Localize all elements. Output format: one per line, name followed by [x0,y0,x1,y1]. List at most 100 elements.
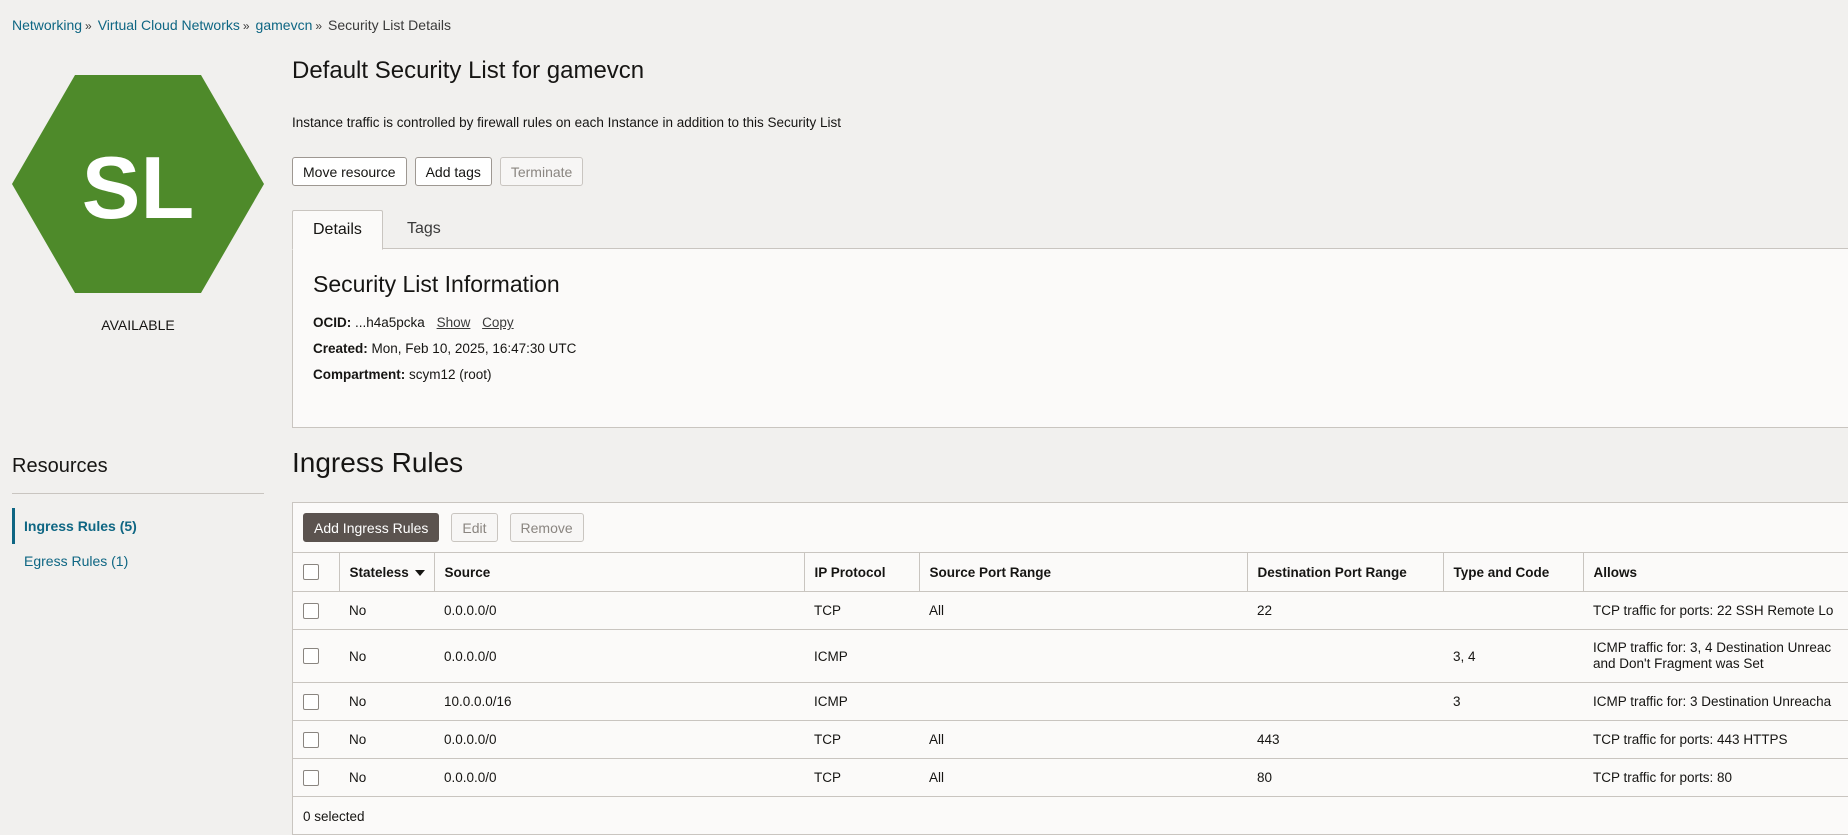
terminate-button[interactable]: Terminate [499,157,584,186]
cell-dest-port [1247,682,1443,721]
action-bar: Move resource Add tags Terminate [292,157,584,186]
cell-protocol: ICMP [804,629,919,683]
row-checkbox[interactable] [303,769,319,786]
cell-allows: TCP traffic for ports: 22 SSH Remote Lo [1583,591,1848,630]
cell-dest-port: 22 [1247,591,1443,630]
compartment-label: Compartment: [313,367,406,382]
column-header-type-and-code: Type and Code [1442,552,1583,592]
cell-source: 0.0.0.0/0 [434,591,804,630]
cell-stateless: No [339,720,434,759]
tab-details[interactable]: Details [292,210,383,250]
row-checkbox[interactable] [303,648,319,665]
add-tags-button[interactable]: Add tags [414,157,492,186]
cell-source: 0.0.0.0/0 [434,758,804,797]
cell-source-port: All [919,720,1247,759]
table-row: No 0.0.0.0/0 TCP All 443 TCP traffic for… [293,720,1848,759]
page-title: Default Security List for gamevcn [292,57,645,84]
ingress-rules-title: Ingress Rules [292,447,464,478]
column-header-ip-protocol: IP Protocol [803,552,919,592]
ocid-show-link[interactable]: Show [437,315,471,330]
resources-title: Resources [12,455,108,477]
cell-allows: ICMP traffic for: 3 Destination Unreacha [1583,682,1848,721]
cell-source-port [919,629,1247,683]
breadcrumb-separator: » [85,19,92,33]
ocid-value: ...h4a5pcka [355,315,425,330]
cell-type-code: 3 [1443,682,1583,721]
column-header-source-port-range: Source Port Range [918,552,1247,592]
ocid-row: OCID: ...h4a5pcka Show Copy [313,315,514,330]
resources-divider [12,493,264,494]
add-ingress-rules-button[interactable]: Add Ingress Rules [303,513,440,542]
cell-source: 0.0.0.0/0 [434,629,804,683]
remove-button[interactable]: Remove [509,513,584,542]
breadcrumb: Networking» Virtual Cloud Networks» gamevc… [12,17,451,33]
table-row: No 0.0.0.0/0 TCP All 80 TCP traffic for … [293,758,1848,797]
table-row: No 0.0.0.0/0 ICMP 3, 4 ICMP traffic for:… [293,629,1848,683]
cell-stateless: No [339,629,434,683]
row-checkbox[interactable] [303,693,319,710]
cell-stateless: No [339,591,434,630]
ocid-label: OCID: [313,315,352,330]
security-list-hexagon-icon: SL [12,75,264,293]
breadcrumb-gamevcn[interactable]: gamevcn [256,17,313,33]
breadcrumb-vcns[interactable]: Virtual Cloud Networks [98,17,240,33]
table-toolbar: Add Ingress Rules Edit Remove [303,513,584,542]
edit-button[interactable]: Edit [451,513,498,542]
ingress-rules-card: Add Ingress Rules Edit Remove Stateless … [292,502,1848,835]
ocid-copy-link[interactable]: Copy [482,315,514,330]
cell-source: 0.0.0.0/0 [434,720,804,759]
cell-protocol: TCP [804,758,919,797]
tab-tags[interactable]: Tags [387,210,461,248]
cell-allows: ICMP traffic for: 3, 4 Destination Unrea… [1583,629,1848,683]
select-all-cell [293,552,339,592]
row-checkbox[interactable] [303,731,319,748]
cell-source-port: All [919,758,1247,797]
cell-allows: TCP traffic for ports: 80 [1583,758,1848,797]
column-header-allows: Allows [1582,552,1848,592]
cell-protocol: TCP [804,591,919,630]
cell-type-code [1443,591,1583,630]
detail-tabs: Details Tags [292,210,1848,250]
status-label: AVAILABLE [101,317,175,333]
cell-source-port [919,682,1247,721]
column-header-source: Source [433,552,804,592]
sidebar-item-egress-rules[interactable]: Egress Rules (1) [12,543,264,579]
cell-dest-port: 443 [1247,720,1443,759]
created-value: Mon, Feb 10, 2025, 16:47:30 UTC [371,341,577,356]
cell-dest-port: 80 [1247,758,1443,797]
table-row: No 0.0.0.0/0 TCP All 22 TCP traffic for … [293,591,1848,630]
move-resource-button[interactable]: Move resource [292,157,407,186]
cell-allows: TCP traffic for ports: 443 HTTPS [1583,720,1848,759]
cell-protocol: ICMP [804,682,919,721]
created-label: Created: [313,341,368,356]
breadcrumb-separator: » [315,19,323,33]
select-all-checkbox[interactable] [303,564,319,581]
row-checkbox[interactable] [303,602,319,619]
created-row: Created: Mon, Feb 10, 2025, 16:47:30 UTC [313,341,576,356]
cell-dest-port [1247,629,1443,683]
page-description: Instance traffic is controlled by firewa… [292,115,842,130]
table-row: No 10.0.0.0/16 ICMP 3 ICMP traffic for: … [293,682,1848,721]
sidebar-item-ingress-rules[interactable]: Ingress Rules (5) [12,508,264,544]
breadcrumb-networking[interactable]: Networking [12,17,82,33]
sort-descending-icon [414,569,425,576]
cell-stateless: No [339,758,434,797]
cell-protocol: TCP [804,720,919,759]
cell-type-code [1443,720,1583,759]
info-title: Security List Information [313,271,560,297]
ingress-rules-table: Stateless Source IP Protocol Source Port… [293,552,1848,797]
breadcrumb-separator: » [242,19,250,33]
compartment-value: scym12 (root) [409,367,492,382]
column-header-stateless[interactable]: Stateless [338,552,434,592]
table-header-row: Stateless Source IP Protocol Source Port… [293,552,1848,592]
compartment-row: Compartment: scym12 (root) [313,367,492,382]
cell-type-code [1443,758,1583,797]
details-panel: Security List Information OCID: ...h4a5p… [292,248,1848,428]
cell-stateless: No [339,682,434,721]
resource-initials: SL [82,138,194,237]
cell-type-code: 3, 4 [1443,629,1583,683]
cell-source: 10.0.0.0/16 [434,682,804,721]
column-header-destination-port-range: Destination Port Range [1246,552,1443,592]
breadcrumb-current: Security List Details [328,17,451,33]
selected-count: 0 selected [303,809,365,824]
